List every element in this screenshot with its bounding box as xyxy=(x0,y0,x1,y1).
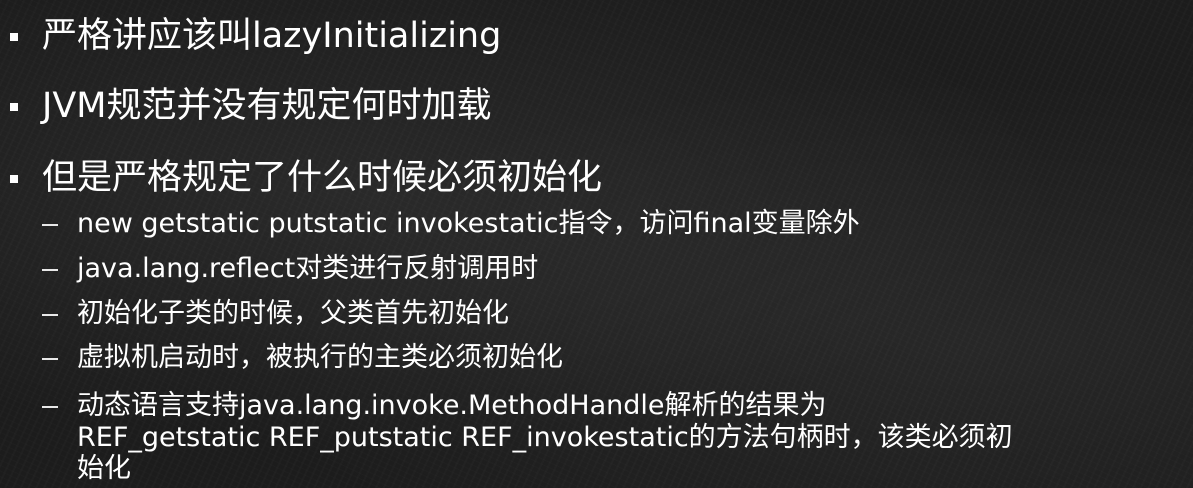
bullet-item: 严格讲应该叫lazyInitializing xyxy=(0,16,1193,56)
sub-bullet-item: new getstatic putstatic invokestatic指令，访… xyxy=(0,208,1193,240)
bullet-item: JVM规范并没有规定何时加载 xyxy=(0,86,1193,126)
sub-bullet-text-line2: REF_getstatic REF_putstatic REF_invokest… xyxy=(77,422,1013,453)
dash-bullet-icon xyxy=(42,224,58,226)
dash-bullet-icon xyxy=(42,269,58,271)
slide: 严格讲应该叫lazyInitializing JVM规范并没有规定何时加载 但是… xyxy=(0,0,1193,488)
sub-bullet-text: java.lang.reflect对类进行反射调用时 xyxy=(77,253,539,284)
square-bullet-icon xyxy=(10,103,18,111)
dash-bullet-icon xyxy=(42,358,58,360)
square-bullet-icon xyxy=(10,175,18,183)
sub-bullet-text-line1: 动态语言支持java.lang.invoke.MethodHandle解析的结果… xyxy=(77,390,827,421)
sub-bullet-item: 虚拟机启动时，被执行的主类必须初始化 xyxy=(0,342,1193,374)
sub-bullet-item: 动态语言支持java.lang.invoke.MethodHandle解析的结果… xyxy=(0,390,1193,488)
sub-bullet-text-line3: 始化 xyxy=(77,453,131,484)
sub-bullet-text: 初始化子类的时候，父类首先初始化 xyxy=(77,298,509,329)
sub-bullet-text: new getstatic putstatic invokestatic指令，访… xyxy=(77,208,860,239)
dash-bullet-icon xyxy=(42,406,58,408)
bullet-text: JVM规范并没有规定何时加载 xyxy=(42,86,492,126)
square-bullet-icon xyxy=(10,33,18,41)
bullet-text: 但是严格规定了什么时候必须初始化 xyxy=(42,158,603,198)
sub-bullet-item: java.lang.reflect对类进行反射调用时 xyxy=(0,253,1193,285)
bullet-text: 严格讲应该叫lazyInitializing xyxy=(42,16,502,56)
bullet-item: 但是严格规定了什么时候必须初始化 xyxy=(0,158,1193,198)
dash-bullet-icon xyxy=(42,314,58,316)
sub-bullet-item: 初始化子类的时候，父类首先初始化 xyxy=(0,298,1193,330)
sub-bullet-text: 虚拟机启动时，被执行的主类必须初始化 xyxy=(77,342,563,373)
